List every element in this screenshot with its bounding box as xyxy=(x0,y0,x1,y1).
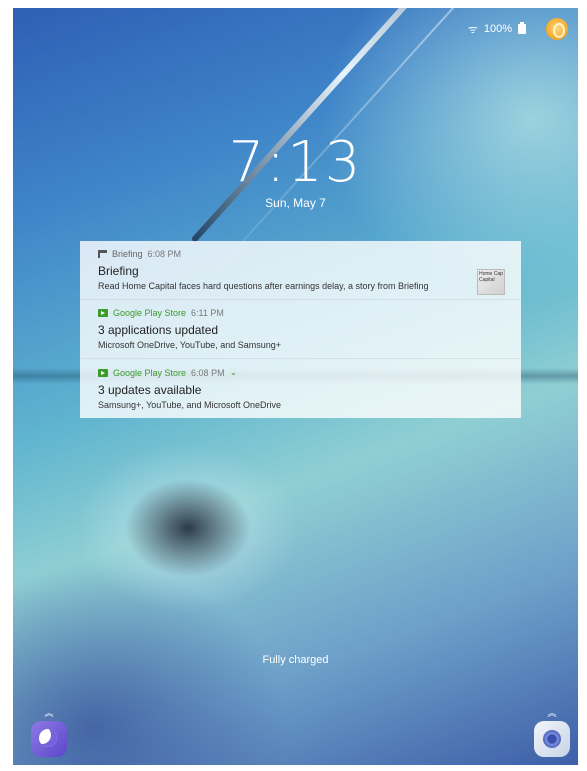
briefing-flag-icon xyxy=(98,250,107,258)
notification-title: 3 applications updated xyxy=(98,323,219,337)
notification-time: 6:08 PM xyxy=(191,367,225,378)
wifi-icon: ᯤ xyxy=(467,23,478,36)
notification-play-store-updated[interactable]: Google Play Store 6:11 PM 3 applications… xyxy=(80,300,521,359)
notification-app-name: Google Play Store xyxy=(113,367,187,378)
notification-text: Samsung+, YouTube, and Microsoft OneDriv… xyxy=(98,400,282,410)
swipe-up-icon: ︽ xyxy=(547,708,557,718)
notification-time: 6:08 PM xyxy=(147,249,182,259)
notification-panel: Briefing 6:08 PM Briefing Read Home Capi… xyxy=(80,241,521,418)
notification-thumbnail: Home Cap Capital xyxy=(477,269,505,295)
notification-header: Google Play Store 6:11 PM xyxy=(98,308,503,318)
globe-icon xyxy=(39,729,57,747)
notification-title: 3 updates available xyxy=(98,383,202,397)
status-bar: ᯤ 100% xyxy=(468,18,568,40)
internet-shortcut[interactable] xyxy=(31,721,67,757)
clock: 7:13 xyxy=(228,130,363,195)
charging-status: Fully charged xyxy=(262,654,329,666)
date: Sun, May 7 xyxy=(265,196,326,210)
notification-time: 6:11 PM xyxy=(191,308,224,318)
camera-shortcut[interactable] xyxy=(534,721,570,757)
lock-screen: ᯤ 100% 7:13 Sun, May 7 Briefing 6:08 PM … xyxy=(13,8,578,765)
notification-app-name: Briefing xyxy=(112,249,143,259)
battery-icon xyxy=(518,22,526,34)
battery-percent: 100% xyxy=(483,23,512,35)
notification-text: Read Home Capital faces hard questions a… xyxy=(98,281,429,291)
play-store-icon xyxy=(98,368,108,377)
notification-app-name: Google Play Store xyxy=(113,308,187,318)
camera-icon xyxy=(543,730,561,748)
play-store-icon xyxy=(98,309,108,317)
notification-title: Briefing xyxy=(98,264,139,278)
swipe-up-icon: ︽ xyxy=(44,708,54,718)
avatar[interactable] xyxy=(546,18,568,40)
notification-text: Microsoft OneDrive, YouTube, and Samsung… xyxy=(98,340,282,350)
notification-header: Briefing 6:08 PM xyxy=(98,249,503,259)
notification-header: Google Play Store 6:08 PM ⌄ xyxy=(98,367,503,378)
notification-play-store-available[interactable]: Google Play Store 6:08 PM ⌄ 3 updates av… xyxy=(80,359,521,418)
notification-briefing[interactable]: Briefing 6:08 PM Briefing Read Home Capi… xyxy=(80,241,521,300)
chevron-down-icon[interactable]: ⌄ xyxy=(230,367,238,378)
